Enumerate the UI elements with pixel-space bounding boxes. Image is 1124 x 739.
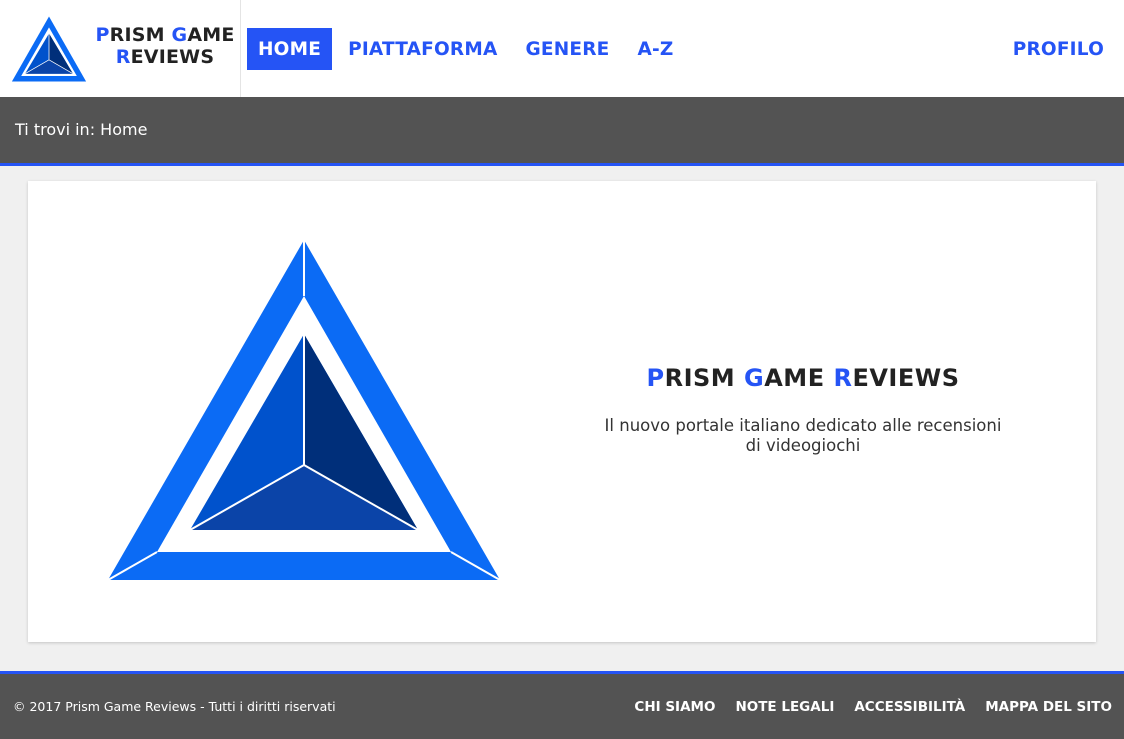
main-nav: HOME PIATTAFORMA GENERE A-Z [247, 28, 691, 70]
title-letter: G [744, 364, 765, 392]
logo-letter: G [171, 24, 188, 46]
title-word: EVIEWS [852, 364, 960, 392]
hero-title: PRISM GAME REVIEWS [588, 364, 1018, 392]
site-header: PRISM GAME REVIEWS HOME PIATTAFORMA GENE… [0, 0, 1124, 97]
hero-text: PRISM GAME REVIEWS Il nuovo portale ital… [588, 364, 1018, 456]
footer-link-legal[interactable]: NOTE LEGALI [735, 699, 834, 715]
title-word: AME [764, 364, 834, 392]
hero-description: Il nuovo portale italiano dedicato alle … [604, 416, 1002, 455]
footer-links: CHI SIAMO NOTE LEGALI ACCESSIBILITÀ MAPP… [614, 699, 1112, 715]
logo-line-1: PRISM GAME [92, 24, 238, 46]
logo-line-2: REVIEWS [92, 46, 238, 68]
nav-platform[interactable]: PIATTAFORMA [337, 28, 508, 70]
prism-triangle-logo-icon [107, 240, 501, 581]
footer-link-accessibility[interactable]: ACCESSIBILITÀ [854, 699, 965, 715]
nav-genre[interactable]: GENERE [514, 28, 620, 70]
site-logo[interactable]: PRISM GAME REVIEWS [0, 0, 241, 97]
hero-card: PRISM GAME REVIEWS Il nuovo portale ital… [28, 181, 1096, 642]
title-word: RISM [664, 364, 745, 392]
logo-word: EVIEWS [130, 46, 215, 68]
breadcrumb: Ti trovi in: Home [0, 97, 1124, 166]
title-letter: P [646, 364, 665, 392]
logo-word: RISM [109, 24, 172, 46]
nav-profile[interactable]: PROFILO [1013, 28, 1104, 70]
logo-word: AME [187, 24, 235, 46]
footer-link-about[interactable]: CHI SIAMO [634, 699, 715, 715]
logo-wordmark: PRISM GAME REVIEWS [92, 24, 238, 68]
site-footer: © 2017 Prism Game Reviews - Tutti i diri… [0, 671, 1124, 739]
breadcrumb-text: Ti trovi in: Home [15, 120, 148, 139]
title-letter: R [833, 364, 853, 392]
prism-triangle-logo-icon [11, 16, 87, 82]
footer-link-sitemap[interactable]: MAPPA DEL SITO [985, 699, 1112, 715]
nav-home[interactable]: HOME [247, 28, 333, 70]
nav-a-z[interactable]: A-Z [627, 28, 685, 70]
logo-letter: R [115, 46, 131, 68]
logo-letter: P [95, 24, 110, 46]
copyright-text: © 2017 Prism Game Reviews - Tutti i diri… [13, 699, 336, 714]
